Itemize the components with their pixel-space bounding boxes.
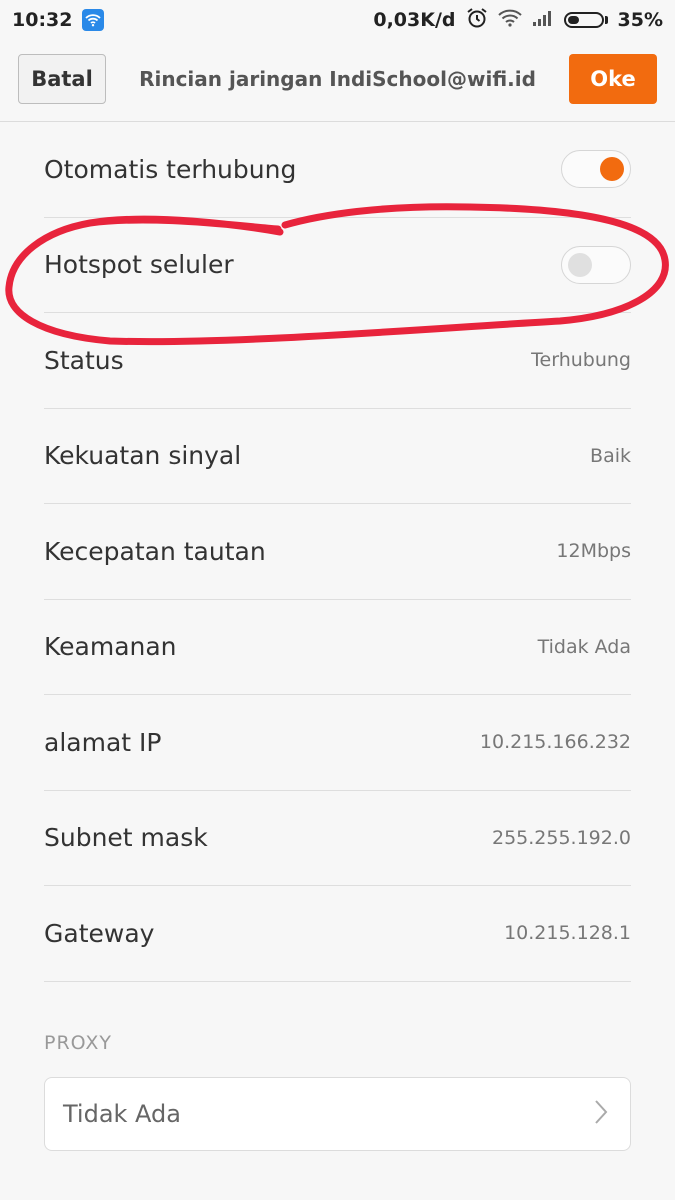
cancel-button[interactable]: Batal <box>18 54 106 104</box>
subnet-mask-row: Subnet mask 255.255.192.0 <box>44 791 631 886</box>
status-time: 10:32 <box>12 9 73 31</box>
mobile-hotspot-toggle[interactable] <box>561 245 631 284</box>
status-left: 10:32 <box>12 9 105 31</box>
wifi-notification-icon <box>82 9 105 31</box>
subnet-mask-label: Subnet mask <box>44 823 208 853</box>
alarm-icon <box>466 7 488 34</box>
security-label: Keamanan <box>44 632 177 662</box>
signal-strength-label: Kekuatan sinyal <box>44 441 242 471</box>
gateway-row: Gateway 10.215.128.1 <box>44 886 631 982</box>
mobile-hotspot-row[interactable]: Hotspot seluler <box>44 218 631 313</box>
auto-connect-label: Otomatis terhubung <box>44 154 297 184</box>
proxy-selector[interactable]: Tidak Ada <box>44 1077 631 1151</box>
proxy-value: Tidak Ada <box>63 1100 181 1128</box>
page-title: Rincian jaringan IndiSchool@wifi.id <box>139 67 536 91</box>
ip-address-row: alamat IP 10.215.166.232 <box>44 695 631 791</box>
ok-button[interactable]: Oke <box>569 54 657 104</box>
status-value: Terhubung <box>531 349 631 372</box>
auto-connect-toggle[interactable] <box>561 150 631 189</box>
battery-percent: 35% <box>617 9 663 31</box>
wifi-signal-icon <box>497 9 522 32</box>
cell-signal-icon <box>532 9 554 32</box>
security-value: Tidak Ada <box>537 635 631 658</box>
signal-strength-value: Baik <box>590 444 631 467</box>
chevron-right-icon <box>594 1099 608 1129</box>
auto-connect-row[interactable]: Otomatis terhubung <box>44 122 631 218</box>
status-row: Status Terhubung <box>44 313 631 409</box>
security-row: Keamanan Tidak Ada <box>44 600 631 695</box>
gateway-label: Gateway <box>44 918 155 948</box>
link-speed-label: Kecepatan tautan <box>44 536 266 566</box>
ip-address-label: alamat IP <box>44 727 162 757</box>
toggle-knob <box>568 252 592 277</box>
network-details-list: Otomatis terhubung Hotspot seluler Statu… <box>44 122 631 982</box>
status-right: 0,03K/d 35% <box>373 7 663 34</box>
subnet-mask-value: 255.255.192.0 <box>491 826 631 849</box>
link-speed-row: Kecepatan tautan 12Mbps <box>44 504 631 600</box>
status-bar: 10:32 0,03K/d 35% <box>0 0 675 40</box>
proxy-section-header: PROXY <box>44 1032 113 1054</box>
gateway-value: 10.215.128.1 <box>504 922 631 945</box>
network-speed: 0,03K/d <box>373 9 456 31</box>
mobile-hotspot-label: Hotspot seluler <box>44 250 234 280</box>
signal-strength-row: Kekuatan sinyal Baik <box>44 409 631 504</box>
ip-address-value: 10.215.166.232 <box>479 731 631 754</box>
link-speed-value: 12Mbps <box>556 540 631 563</box>
dialog-header: Batal Rincian jaringan IndiSchool@wifi.i… <box>0 40 675 122</box>
battery-icon <box>563 12 608 28</box>
toggle-knob <box>600 157 624 182</box>
status-label: Status <box>44 345 124 375</box>
battery-level-fill <box>567 16 579 24</box>
